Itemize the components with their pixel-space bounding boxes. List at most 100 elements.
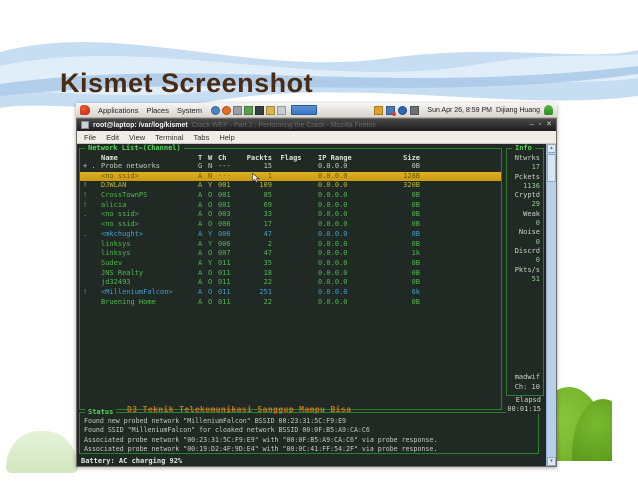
network-monitor-icon[interactable] [386,105,397,116]
cell-cw: N [208,162,213,170]
info-value: 17 [531,163,540,172]
watermark-text: D3 Teknik Telekomunikasi Sanggup Mampu B… [127,405,352,414]
close-button[interactable]: ✕ [546,120,552,130]
menu-places[interactable]: Places [146,106,169,115]
taskbar-window-button[interactable] [290,105,317,115]
network-row[interactable]: linksys A Y 006 2 0.0.0.0 0B [80,240,501,250]
cell-cp: 251 [259,287,272,296]
package-manager-icon[interactable] [243,105,253,115]
capture-card-name: madwif [514,373,540,382]
screenshot-icon[interactable] [254,105,264,115]
network-row[interactable]: Bruening Home A O 011 22 0.0.0.0 0B [80,298,501,308]
gnome-top-panel: Applications Places System Sun Apr 26, 8:5… [76,103,557,118]
user-switcher[interactable]: Dijiang Huang [496,107,540,114]
cell-cn: <mkchught> [101,229,144,238]
text-editor-icon[interactable] [276,105,286,115]
firefox-icon[interactable] [221,105,231,115]
panel-menus: Applications Places System [94,106,206,115]
status-line: Associated probe network "00:23:31:5C:F9… [84,435,438,444]
menu-system[interactable]: System [177,106,202,115]
cell-cs: 0B [411,229,420,238]
cell-cp: 47 [263,249,272,258]
network-row[interactable]: <no ssid> A O 006 17 0.0.0.0 0B [80,220,501,230]
terminal-scrollbar[interactable] [546,144,556,466]
menubar-tabs[interactable]: Tabs [194,133,210,142]
column-header: T [198,154,203,162]
network-row[interactable]: JNS Realty A O 011 18 0.0.0.0 0B [80,269,501,279]
web-browser-icon[interactable] [210,105,220,115]
cell-cn: Probe networks [101,162,161,170]
cell-ci: 0.0.0.0 [318,249,348,258]
terminal-icon[interactable] [232,105,242,115]
status-line: Associated probe network "00:19:D2:4F:9D… [84,444,438,453]
network-row[interactable]: . <mkchught> A Y 006 47 0.0.0.0 0B [80,230,501,240]
window-titlebar[interactable]: root@laptop: /var/log/kismet Crack WEP -… [77,119,556,131]
keyring-icon[interactable] [265,105,275,115]
network-row[interactable]: + . Probe networks G N --- 15 0.0.0.0 0B [80,162,501,172]
terminal-menubar: File Edit View Terminal Tabs Help [77,131,556,144]
minimize-button[interactable]: – [530,120,534,130]
cell-cn: <no ssid> [101,171,139,180]
menubar-help[interactable]: Help [219,133,234,142]
cell-cs: 0B [411,268,420,277]
terminal-window: root@laptop: /var/log/kismet Crack WEP -… [76,118,557,467]
info-label: Cryptd [514,191,540,200]
volume-icon[interactable] [410,105,420,115]
cell-cp: 22 [263,297,272,306]
menubar-file[interactable]: File [84,133,96,142]
cell-ct: A [198,278,203,287]
column-header: Flags [280,154,302,162]
cell-ct: A [198,210,203,219]
mouse-cursor [252,173,260,183]
network-row[interactable]: Sudev A Y 011 35 0.0.0.0 0B [80,259,501,269]
network-row[interactable]: ! <MilleniumFalcon> A O 011 251 0.0.0.0 6k [80,288,501,298]
info-panel: Info Ntwrks 17 Pckets 1136 Cryptd 29 Weak 0 Nois… [506,144,544,396]
cell-cw: O [208,249,213,258]
menubar-edit[interactable]: Edit [106,133,119,142]
distro-logo-icon[interactable] [80,105,90,115]
cell-cs: 0B [411,297,420,306]
update-notifier-icon[interactable] [398,105,408,115]
key-icon[interactable] [374,105,384,115]
cell-cs: 320B [403,181,420,190]
cell-ct: A [198,258,203,267]
network-row[interactable]: linksys A O 007 47 0.0.0.0 1k [80,249,501,259]
maximize-button[interactable]: ▫ [539,120,541,130]
cell-cp: 15 [263,162,272,170]
info-label: Noise [518,228,540,237]
cell-cw: O [208,200,213,209]
cell-cp: 2 [267,239,272,248]
cell-cf [80,298,101,308]
network-row[interactable]: ! CrossTownPS A O 001 85 0.0.0.0 0B [80,191,501,201]
scroll-up-button[interactable] [547,144,556,153]
cell-cc: 006 [218,229,231,238]
cell-cp: 18 [263,268,272,277]
scrollbar-thumb[interactable] [547,154,556,182]
cell-cc: 006 [218,220,231,229]
cell-ct: A [198,191,203,200]
cell-ci: 0.0.0.0 [318,220,348,229]
network-row[interactable]: ! alicia A O 001 69 0.0.0.0 0B [80,201,501,211]
network-row[interactable]: jd32493 A O 011 22 0.0.0.0 0B [80,278,501,288]
cell-cw: O [208,191,213,200]
cell-cn: CrossTownPS [101,191,148,200]
scroll-down-button[interactable] [547,457,556,466]
cell-cw: O [208,278,213,287]
cell-cc: --- [218,162,231,170]
cell-cn: JNS Realty [101,268,144,277]
network-row[interactable]: . <no ssid> A O 003 33 0.0.0.0 0B [80,210,501,220]
network-row[interactable]: <no ssid> A N --- 1 0.0.0.0 128B [80,171,501,182]
network-row[interactable]: ! DJWLAN A Y 001 109 0.0.0.0 320B [80,181,501,191]
menu-applications[interactable]: Applications [98,106,138,115]
cell-cc: 011 [218,258,231,267]
status-panel-title: Status [85,408,117,417]
status-line: Found SSID "MilleniumFalcon" for cloaked… [84,426,370,435]
page-title: Kismet Screenshot [60,68,314,98]
column-header: Ch [218,154,227,162]
cell-ci: 0.0.0.0 [318,278,348,287]
clock-applet[interactable]: Sun Apr 26, 8:59 PM [427,107,492,114]
cell-cn: <no ssid> [101,220,139,229]
menubar-view[interactable]: View [129,133,145,142]
menubar-terminal[interactable]: Terminal [155,133,183,142]
cell-cw: N [208,171,213,180]
